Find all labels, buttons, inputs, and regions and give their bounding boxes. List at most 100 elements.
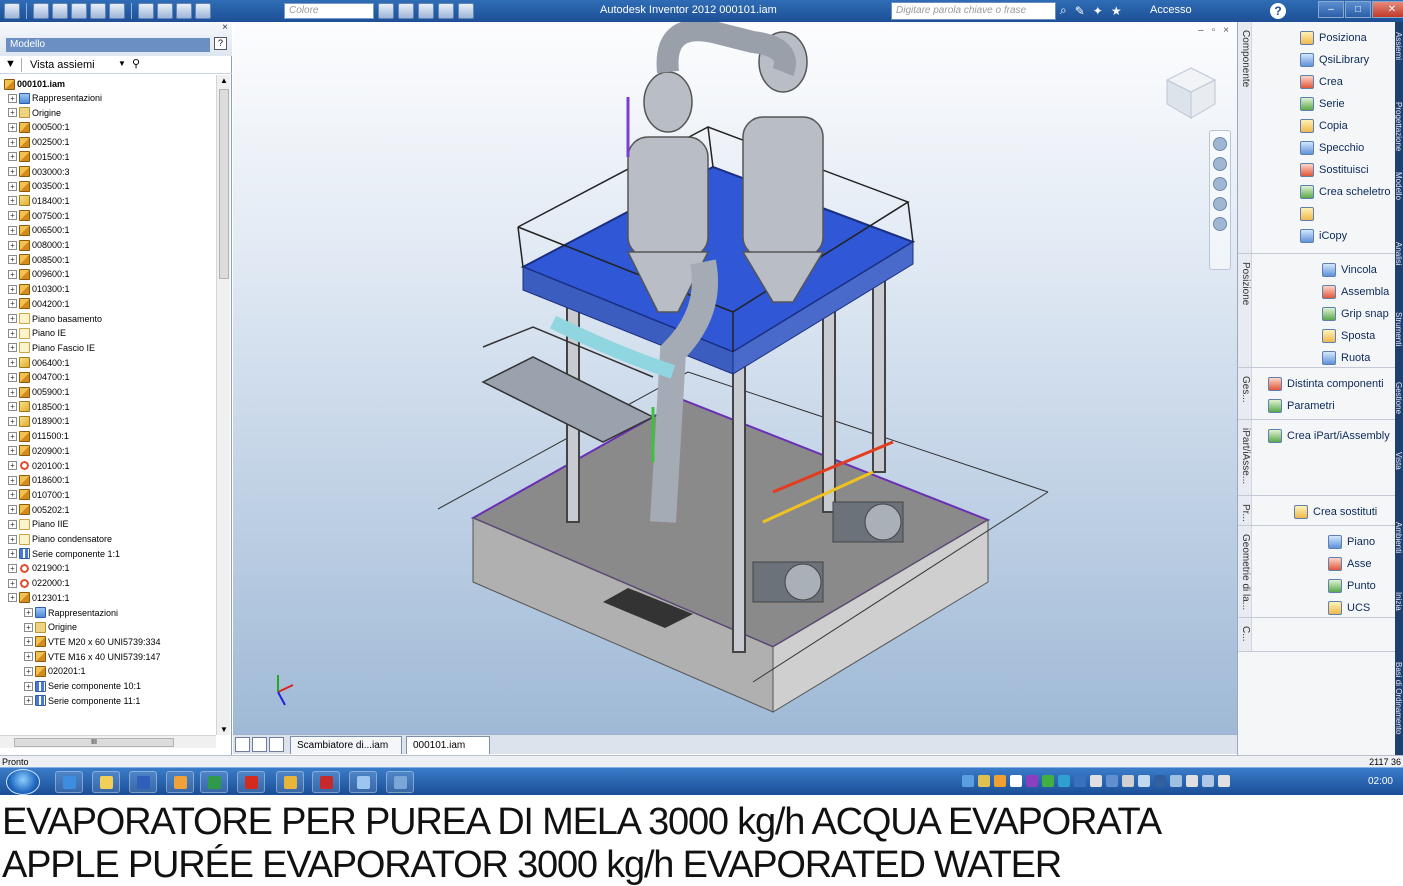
vertical-scrollbar[interactable]: ▲ ▼ [216,75,230,735]
expand-icon[interactable]: + [8,93,17,103]
expand-icon[interactable]: + [8,181,17,191]
tree-item[interactable]: +003000:3 [8,165,70,179]
tree-item[interactable]: + Origine [8,106,61,120]
ribbon-tab[interactable]: Basi di Ordinamento [1394,662,1403,734]
menu-icon[interactable] [269,737,284,752]
expand-icon[interactable]: + [8,387,17,397]
window-icon[interactable] [349,771,377,793]
tree-item[interactable]: + Serie componente 10:1 [24,679,141,693]
expand-icon[interactable]: + [8,211,17,221]
tray-icon[interactable] [978,775,990,787]
expand-icon[interactable]: + [24,622,33,632]
material-icon[interactable] [195,3,211,19]
word-icon[interactable] [129,771,157,793]
ribbon-button[interactable]: Copia [1300,116,1348,136]
ribbon-button[interactable]: Sposta [1322,326,1375,346]
maximize-button[interactable]: □ [1345,1,1371,18]
view-selector[interactable]: Vista assiemi [30,59,95,71]
expand-icon[interactable]: + [8,461,17,470]
tray-icon[interactable] [994,775,1006,787]
expand-icon[interactable]: + [8,343,17,353]
expand-icon[interactable]: + [8,475,17,485]
ribbon-tab[interactable]: Gestione [1394,382,1403,414]
app-menu-button[interactable] [4,3,20,19]
ribbon-button[interactable]: Piano [1328,532,1375,552]
expand-icon[interactable]: + [8,534,17,544]
tree-item[interactable]: + Serie componente 1:1 [8,547,120,561]
expand-icon[interactable]: + [24,681,33,691]
expand-icon[interactable]: + [8,314,17,323]
acrobat-icon[interactable] [237,771,265,793]
tray-icon[interactable] [1186,775,1198,787]
tray-icon[interactable] [1026,775,1038,787]
expand-icon[interactable]: + [8,255,17,265]
expand-icon[interactable]: + [24,637,33,647]
expand-icon[interactable]: + [8,490,17,500]
ribbon-button[interactable]: Serie [1300,94,1345,114]
print-icon[interactable] [438,3,454,19]
expand-icon[interactable]: + [8,402,17,412]
tree-root[interactable]: 000101.iam [4,77,65,91]
ribbon-button[interactable] [1300,204,1319,224]
tray-icon[interactable] [1138,775,1150,787]
tree-item[interactable]: + VTE M20 x 60 UNI5739:334 [24,635,161,649]
project-icon[interactable] [458,3,474,19]
tray-icon[interactable] [962,775,974,787]
tree-item[interactable]: +020900:1 [8,444,70,458]
tree-item[interactable]: + Serie componente 11:1 [24,694,140,708]
ribbon-group-label[interactable]: Componente [1238,22,1252,253]
ribbon-button[interactable]: Crea sostituti [1294,502,1377,522]
ribbon-button[interactable]: Specchio [1300,138,1364,158]
expand-icon[interactable]: + [24,666,33,676]
ribbon-tab[interactable]: Ambienti [1394,522,1403,553]
graphics-viewport[interactable]: – ▫ × [233,22,1237,734]
ribbon-tab[interactable]: Vista [1394,452,1403,470]
signal-icon[interactable] [1202,775,1214,787]
tree-item[interactable]: +000500:1 [8,120,70,134]
wifi-icon[interactable] [1122,775,1134,787]
tree-item[interactable]: + Rappresentazioni [8,91,102,105]
ribbon-button[interactable]: Distinta componenti [1268,374,1384,394]
explorer-icon[interactable] [92,771,120,793]
tree-item[interactable]: +020201:1 [24,664,86,678]
ribbon-tab[interactable]: Strumenti [1394,312,1403,346]
star-icon[interactable]: ★ [1111,4,1122,18]
expand-icon[interactable]: + [8,167,17,176]
ribbon-tab[interactable]: Analisi [1394,242,1403,266]
ribbon-button[interactable]: Asse [1328,554,1371,574]
tree-item[interactable]: +021900:1 [8,561,70,575]
tree-item[interactable]: +003500:1 [8,179,70,193]
look-at-icon[interactable] [1213,217,1227,231]
expand-icon[interactable]: + [8,225,17,235]
cascade-icon[interactable] [252,737,267,752]
ribbon-button[interactable]: Ruota [1322,348,1370,368]
ribbon-group-label[interactable]: Geometrie di la... [1238,526,1252,617]
expand-icon[interactable]: + [8,372,17,382]
tree-item[interactable]: +005900:1 [8,385,70,399]
tree-item[interactable]: + VTE M16 x 40 UNI5739:147 [24,650,161,664]
tab-000101[interactable]: 000101.iam [406,736,490,754]
tree-item[interactable]: +018600:1 [8,473,70,487]
ribbon-group-label[interactable]: iPart/iAsse... [1238,420,1252,495]
expand-icon[interactable]: + [8,593,17,603]
scroll-thumb[interactable]: III [14,738,174,747]
tree-item[interactable]: +008500:1 [8,253,70,267]
open-folder-icon[interactable] [52,3,68,19]
tree-item[interactable]: +018500:1 [8,400,70,414]
minimize-icon[interactable]: – [1198,25,1204,36]
minimize-button[interactable]: – [1318,1,1344,18]
save-icon[interactable] [71,3,87,19]
scroll-up-icon[interactable]: ▲ [220,76,228,85]
inventor-icon[interactable] [276,771,304,793]
ribbon-group-label[interactable]: Ges... [1238,368,1252,419]
undo-icon[interactable] [90,3,106,19]
tray-icon[interactable] [1106,775,1118,787]
expand-icon[interactable]: + [24,652,33,662]
color-combo[interactable]: Colore [284,3,374,19]
expand-icon[interactable]: + [8,299,17,309]
tree-item[interactable]: + Origine [24,620,77,634]
expand-icon[interactable]: + [8,122,17,132]
ribbon-button[interactable]: Parametri [1268,396,1335,416]
ribbon-button[interactable]: Crea [1300,72,1343,92]
expand-icon[interactable]: + [8,358,17,368]
